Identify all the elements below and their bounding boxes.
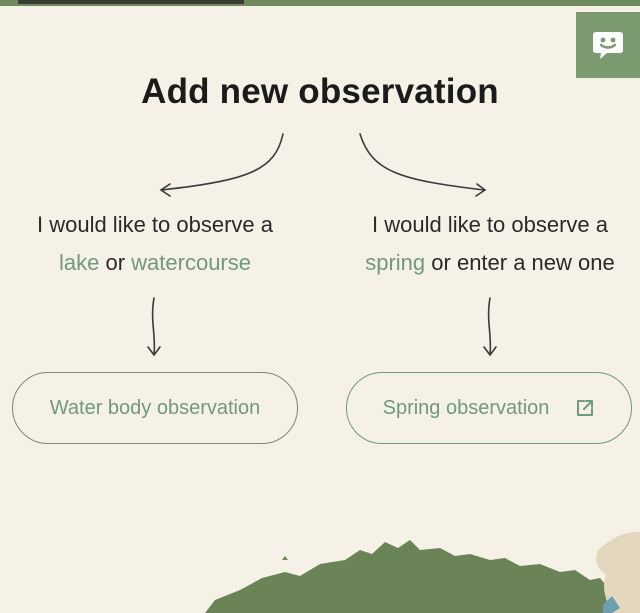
arrow-left-curve xyxy=(161,133,284,191)
arrow-right-curve xyxy=(359,133,485,191)
choice-lake-text: I would like to observe a lake or waterc… xyxy=(0,206,310,282)
choice-left-connector: or xyxy=(105,250,126,275)
choice-left-line1: I would like to observe a xyxy=(36,212,274,237)
arrow-right-head xyxy=(475,183,487,197)
arrow-down-left xyxy=(151,297,156,355)
water-body-button-label: Water body observation xyxy=(49,396,261,419)
water-body-observation-button[interactable]: Water body observation xyxy=(12,372,298,444)
choice-left-line2: lake or watercourse xyxy=(0,244,310,282)
header-image-edge xyxy=(18,0,244,4)
feedback-button[interactable] xyxy=(576,12,640,78)
choice-spring-text: I would like to observe a spring or ente… xyxy=(340,206,640,282)
choice-right-line2: spring or enter a new one xyxy=(340,244,640,282)
arrow-down-left-head xyxy=(147,346,161,357)
smile-chat-icon xyxy=(593,32,623,59)
map-land xyxy=(205,540,612,613)
arrow-down-right-head xyxy=(483,346,497,357)
choice-right-line1: I would like to observe a xyxy=(371,212,609,237)
map-illustration xyxy=(205,531,640,613)
spring-observation-button[interactable]: Spring observation xyxy=(346,372,632,444)
spring-link[interactable]: spring xyxy=(365,250,425,275)
external-link-icon xyxy=(575,398,595,418)
watercourse-link[interactable]: watercourse xyxy=(131,250,251,275)
arrow-left-head xyxy=(159,183,171,197)
lake-link[interactable]: lake xyxy=(59,250,99,275)
spring-button-label: Spring observation xyxy=(382,396,550,419)
page-title: Add new observation xyxy=(141,72,499,111)
choice-right-rest: or enter a new one xyxy=(431,250,615,275)
arrow-down-right xyxy=(487,297,492,355)
